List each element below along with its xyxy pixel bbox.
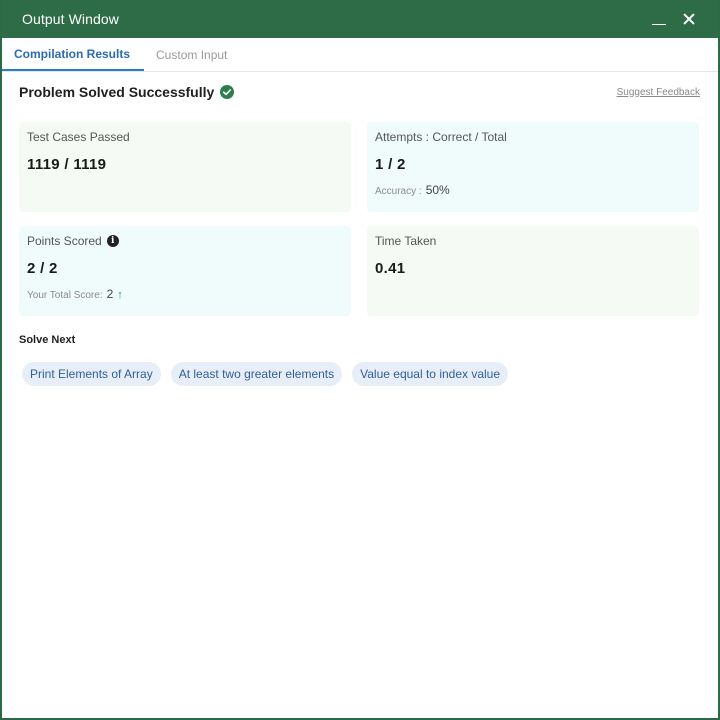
time-card: Time Taken 0.41 [367, 226, 699, 316]
output-window: Output Window Compilation Results Custom… [0, 0, 720, 720]
accuracy-row: Accuracy : 50% [375, 183, 691, 197]
tab-compilation-results[interactable]: Compilation Results [2, 38, 145, 71]
total-score-value: 2 [106, 287, 114, 301]
suggested-problem-chip[interactable]: Print Elements of Array [22, 362, 161, 386]
total-score-row: Your Total Score: 2 ↑ [27, 287, 343, 301]
points-label-row: Points Scored i [27, 234, 343, 248]
attempts-card: Attempts : Correct / Total 1 / 2 Accurac… [367, 122, 699, 212]
suggested-problem-chip[interactable]: At least two greater elements [170, 362, 343, 386]
status-message: Problem Solved Successfully [19, 84, 235, 100]
time-label: Time Taken [375, 234, 437, 248]
window-controls [650, 10, 698, 28]
tab-custom-input[interactable]: Custom Input [144, 38, 239, 71]
points-value: 2 / 2 [27, 260, 58, 277]
points-card: Points Scored i 2 / 2 Your Total Score: … [19, 226, 351, 316]
solve-next-list: Print Elements of Array At least two gre… [19, 362, 700, 386]
points-label: Points Scored [27, 234, 102, 248]
suggested-problem-chip[interactable]: Value equal to index value [352, 362, 509, 386]
tab-bar: Compilation Results Custom Input [2, 38, 718, 72]
results-panel: Problem Solved Successfully Suggest Feed… [2, 72, 718, 386]
check-circle-icon [220, 85, 235, 99]
minimize-icon[interactable] [650, 10, 668, 28]
attempts-label: Attempts : Correct / Total [375, 130, 507, 144]
test-cases-card: Test Cases Passed 1119 / 1119 [19, 122, 351, 212]
suggest-feedback-link[interactable]: Suggest Feedback [617, 87, 700, 98]
test-cases-label: Test Cases Passed [27, 130, 130, 144]
status-text: Problem Solved Successfully [19, 84, 215, 100]
accuracy-value: 50% [425, 183, 450, 197]
close-icon[interactable] [680, 10, 698, 28]
window-title: Output Window [22, 11, 120, 27]
attempts-value: 1 / 2 [375, 156, 406, 173]
arrow-up-icon: ↑ [117, 289, 123, 301]
test-cases-value: 1119 / 1119 [27, 156, 107, 173]
result-header: Problem Solved Successfully Suggest Feed… [19, 72, 700, 112]
stats-grid: Test Cases Passed 1119 / 1119 Attempts :… [19, 122, 700, 316]
accuracy-label: Accuracy : [375, 186, 422, 197]
time-value: 0.41 [375, 260, 406, 277]
solve-next-heading: Solve Next [19, 334, 76, 346]
total-score-label: Your Total Score: [27, 290, 103, 301]
info-icon[interactable]: i [106, 235, 119, 247]
title-bar: Output Window [2, 0, 718, 38]
